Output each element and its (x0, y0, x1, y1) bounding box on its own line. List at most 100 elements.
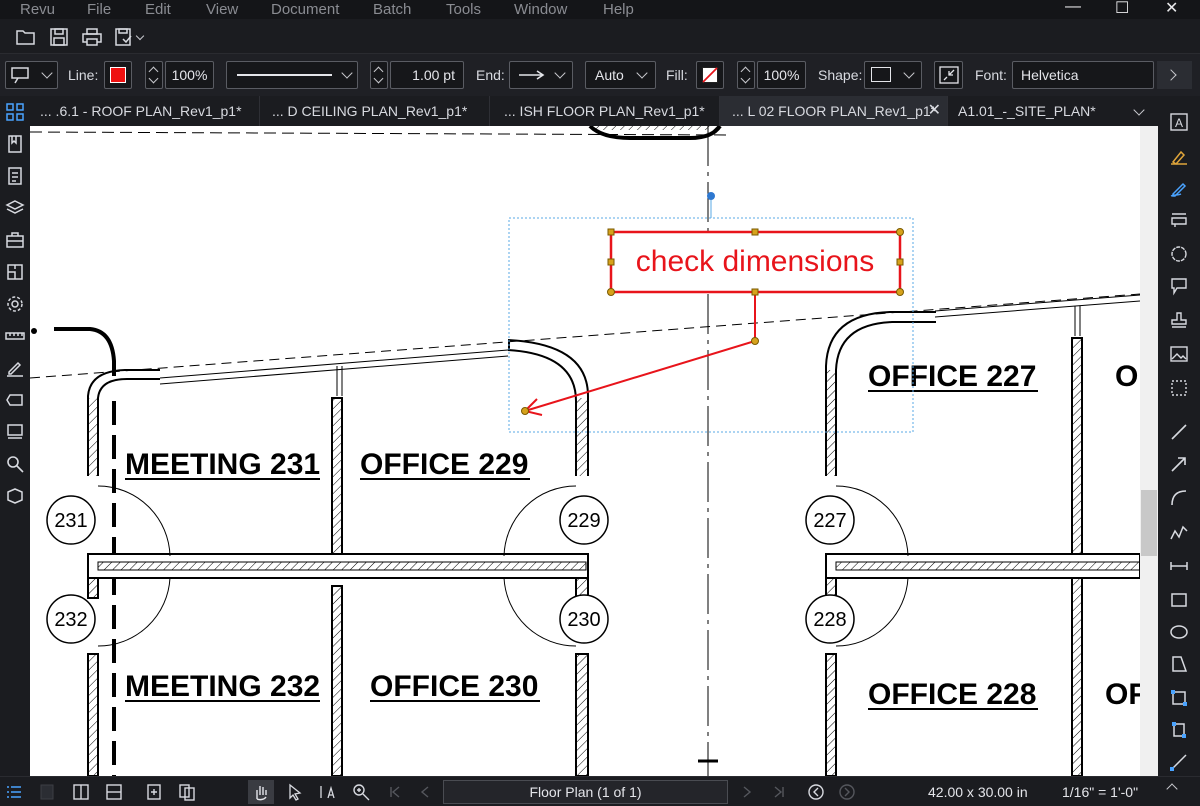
menu-document[interactable]: Document (271, 0, 339, 19)
line-end-dropdown[interactable] (509, 61, 573, 89)
select-text-icon[interactable] (318, 783, 336, 801)
fill-opacity-field[interactable]: 100% (757, 61, 806, 89)
arrow-tool-icon[interactable] (1169, 454, 1189, 474)
polygon-tool-icon[interactable] (1169, 654, 1189, 674)
measure-area-icon[interactable] (1169, 688, 1189, 708)
line-color-swatch[interactable] (104, 61, 132, 89)
single-page-icon[interactable] (38, 783, 56, 801)
settings-gear-icon[interactable] (5, 294, 25, 314)
open-folder-icon[interactable] (15, 26, 37, 48)
menu-edit[interactable]: Edit (145, 0, 171, 19)
note-icon[interactable] (1169, 210, 1189, 230)
fit-text-button[interactable] (934, 61, 963, 89)
text-box-icon[interactable]: A (1169, 112, 1189, 132)
shape-dropdown[interactable] (864, 61, 922, 89)
close-window-button[interactable]: ✕ (1165, 0, 1178, 18)
scale-readout[interactable]: 1/16" = 1'-0" (1062, 784, 1138, 800)
search-icon[interactable] (5, 454, 25, 474)
highlight-icon[interactable] (1169, 146, 1189, 166)
select-arrow-icon[interactable] (286, 783, 304, 801)
tool-select-dropdown[interactable] (5, 61, 58, 89)
cloud-icon[interactable] (1169, 244, 1189, 264)
previous-page-icon[interactable] (416, 783, 434, 801)
pan-tool-button[interactable] (248, 780, 274, 804)
save-as-icon[interactable] (114, 26, 136, 48)
arc-tool-icon[interactable] (1169, 488, 1189, 508)
document-canvas[interactable]: MEETING 231 OFFICE 229 OFFICE 227 MEETIN… (30, 126, 1140, 776)
scrollbar-thumb[interactable] (1141, 490, 1157, 556)
line-opacity-stepper[interactable] (145, 61, 163, 89)
tag-icon[interactable] (5, 390, 25, 410)
fill-color-swatch[interactable] (696, 61, 724, 89)
previous-view-icon[interactable] (807, 783, 825, 801)
rotate-handle[interactable] (707, 192, 715, 200)
last-page-icon[interactable] (770, 783, 788, 801)
line-width-field[interactable]: 1.00 pt (390, 61, 464, 89)
print-icon[interactable] (81, 26, 103, 48)
maximize-button[interactable]: ☐ (1115, 0, 1129, 18)
tab-roof-plan[interactable]: ... .6.1 - ROOF PLAN_Rev1_p1* (30, 96, 260, 126)
font-field[interactable]: Helvetica (1012, 61, 1154, 89)
font-label: Font: (975, 67, 1007, 83)
split-horizontal-icon[interactable] (105, 783, 123, 801)
line-width-stepper[interactable] (370, 61, 388, 89)
first-page-icon[interactable] (386, 783, 404, 801)
end-style-dropdown[interactable]: Auto (585, 61, 656, 89)
next-page-icon[interactable] (738, 783, 756, 801)
compare-icon[interactable] (178, 783, 196, 801)
menu-window[interactable]: Window (514, 0, 567, 19)
line-opacity-field[interactable]: 100% (165, 61, 214, 89)
vertical-scrollbar[interactable] (1140, 126, 1158, 776)
page-navigator[interactable]: Floor Plan (1 of 1) (443, 780, 728, 804)
more-properties-button[interactable] (1157, 61, 1192, 89)
menu-batch[interactable]: Batch (373, 0, 411, 19)
fill-opacity-stepper[interactable] (737, 61, 755, 89)
next-view-icon[interactable] (838, 783, 856, 801)
tab-overflow-chevron-icon[interactable] (1133, 104, 1145, 116)
minimize-button[interactable]: — (1065, 0, 1081, 16)
measurements-ruler-icon[interactable] (5, 326, 25, 346)
split-vertical-icon[interactable] (72, 783, 90, 801)
stamp-icon[interactable] (1169, 310, 1189, 330)
snapshot-icon[interactable] (1169, 378, 1189, 398)
line-tool-icon[interactable] (1169, 422, 1189, 442)
polyline-tool-icon[interactable] (1169, 522, 1189, 542)
callout-icon[interactable] (1169, 276, 1189, 296)
measure-length-icon[interactable] (1169, 752, 1189, 772)
tab-finish-floor-plan[interactable]: ... ISH FLOOR PLAN_Rev1_p1* (490, 96, 720, 126)
tab-ceiling-plan[interactable]: ... D CEILING PLAN_Rev1_p1* (260, 96, 490, 126)
layers-icon[interactable] (5, 198, 25, 218)
measure-polygon-icon[interactable] (1169, 720, 1189, 740)
markups-list-icon[interactable] (5, 166, 25, 186)
ellipse-tool-icon[interactable] (1169, 622, 1189, 642)
chevron-down-icon[interactable] (135, 31, 145, 41)
close-tab-icon[interactable]: ✕ (928, 96, 941, 126)
line-style-dropdown[interactable] (226, 61, 358, 89)
list-view-icon[interactable] (5, 783, 23, 801)
rectangle-tool-icon[interactable] (1169, 590, 1189, 610)
menu-file[interactable]: File (87, 0, 111, 19)
sets-icon[interactable] (5, 262, 25, 282)
save-icon[interactable] (48, 26, 70, 48)
menu-revu[interactable]: Revu (20, 0, 55, 19)
tab-level-02-floor-plan[interactable]: ... L 02 FLOOR PLAN_Rev1_p1* ✕ (720, 96, 948, 126)
menu-view[interactable]: View (206, 0, 238, 19)
dimension-tool-icon[interactable] (1169, 556, 1189, 576)
signatures-pen-icon[interactable] (5, 358, 25, 378)
callout-markup[interactable]: check dimensions (521, 228, 904, 416)
links-icon[interactable] (5, 486, 25, 506)
menu-tools[interactable]: Tools (446, 0, 481, 19)
bookmarks-icon[interactable] (5, 134, 25, 154)
menu-help[interactable]: Help (603, 0, 634, 19)
pen-icon[interactable] (1169, 178, 1189, 198)
toolchest-icon[interactable] (5, 230, 25, 250)
tab-site-plan[interactable]: A1.01_-_SITE_PLAN* (948, 96, 1128, 126)
thumbnails-icon[interactable] (5, 102, 25, 122)
image-icon[interactable] (1169, 344, 1189, 364)
chevron-up-icon[interactable] (1166, 783, 1178, 795)
chevron-down-icon (554, 67, 566, 79)
zoom-icon[interactable] (352, 783, 370, 801)
studio-icon[interactable] (5, 422, 25, 442)
sync-icon[interactable] (145, 783, 163, 801)
chevron-down-icon (636, 67, 648, 79)
